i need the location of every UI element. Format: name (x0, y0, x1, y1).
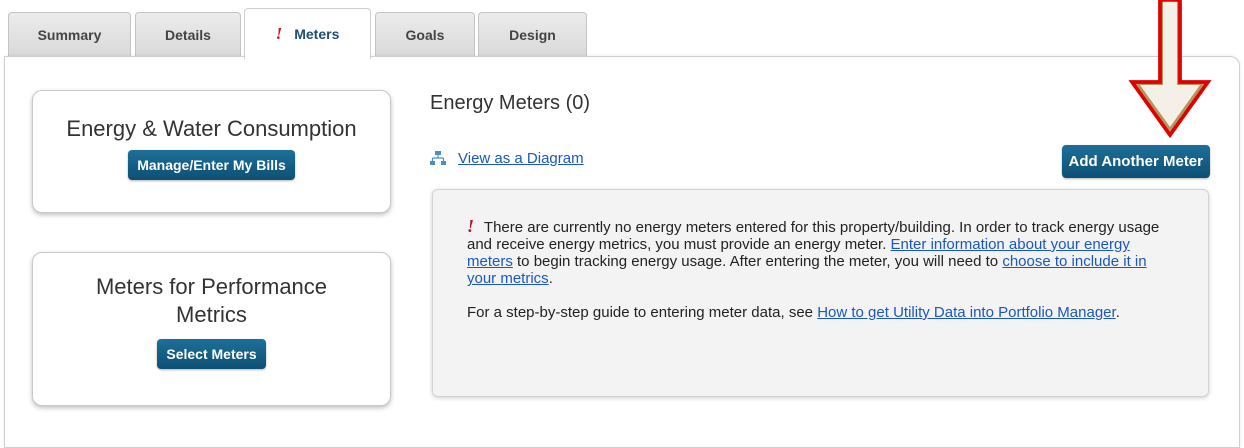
tab-summary[interactable]: Summary (8, 12, 131, 56)
tab-summary-label: Summary (37, 26, 102, 43)
guide-text: For a step-by-step guide to entering met… (467, 304, 814, 321)
tab-details[interactable]: Details (135, 12, 241, 56)
tab-meters-label: Meters (294, 26, 340, 42)
tab-goals-label: Goals (405, 26, 445, 43)
utility-data-guide-link[interactable]: How to get Utility Data into Portfolio M… (817, 304, 1115, 321)
performance-meters-card: Meters for Performance Metrics Select Me… (32, 252, 391, 406)
tab-goals[interactable]: Goals (375, 12, 475, 56)
alert-icon: ! (467, 216, 475, 236)
view-diagram-row: View as a Diagram (430, 150, 584, 167)
view-diagram-link[interactable]: View as a Diagram (458, 150, 584, 167)
guide-end: . (1115, 304, 1120, 321)
notice-text-3: . (548, 270, 553, 287)
notice-paragraph: ! There are currently no energy meters e… (467, 216, 1164, 287)
performance-title-line1: Meters for Performance (95, 274, 328, 299)
tab-design[interactable]: Design (478, 12, 587, 56)
tab-bar: Summary Details ! Meters Goals Design (0, 0, 700, 59)
tab-meters[interactable]: ! Meters (244, 8, 371, 59)
tab-design-label: Design (509, 26, 556, 43)
guide-paragraph: For a step-by-step guide to entering met… (467, 304, 1164, 321)
select-meters-button[interactable]: Select Meters (157, 339, 266, 369)
notice-text-2: to begin tracking energy usage. After en… (517, 253, 999, 270)
tab-details-label: Details (165, 26, 211, 43)
no-meters-notice: ! There are currently no energy meters e… (432, 189, 1209, 397)
down-arrow-icon (1128, 0, 1212, 139)
performance-title-line2: Metrics (176, 302, 247, 327)
energy-water-card: Energy & Water Consumption Manage/Enter … (32, 90, 391, 213)
sitemap-icon (430, 150, 446, 165)
alert-icon: ! (275, 24, 283, 43)
energy-water-title: Energy & Water Consumption (66, 116, 357, 141)
manage-bills-button[interactable]: Manage/Enter My Bills (128, 150, 295, 180)
energy-meters-title: Energy Meters (0) (430, 92, 591, 114)
